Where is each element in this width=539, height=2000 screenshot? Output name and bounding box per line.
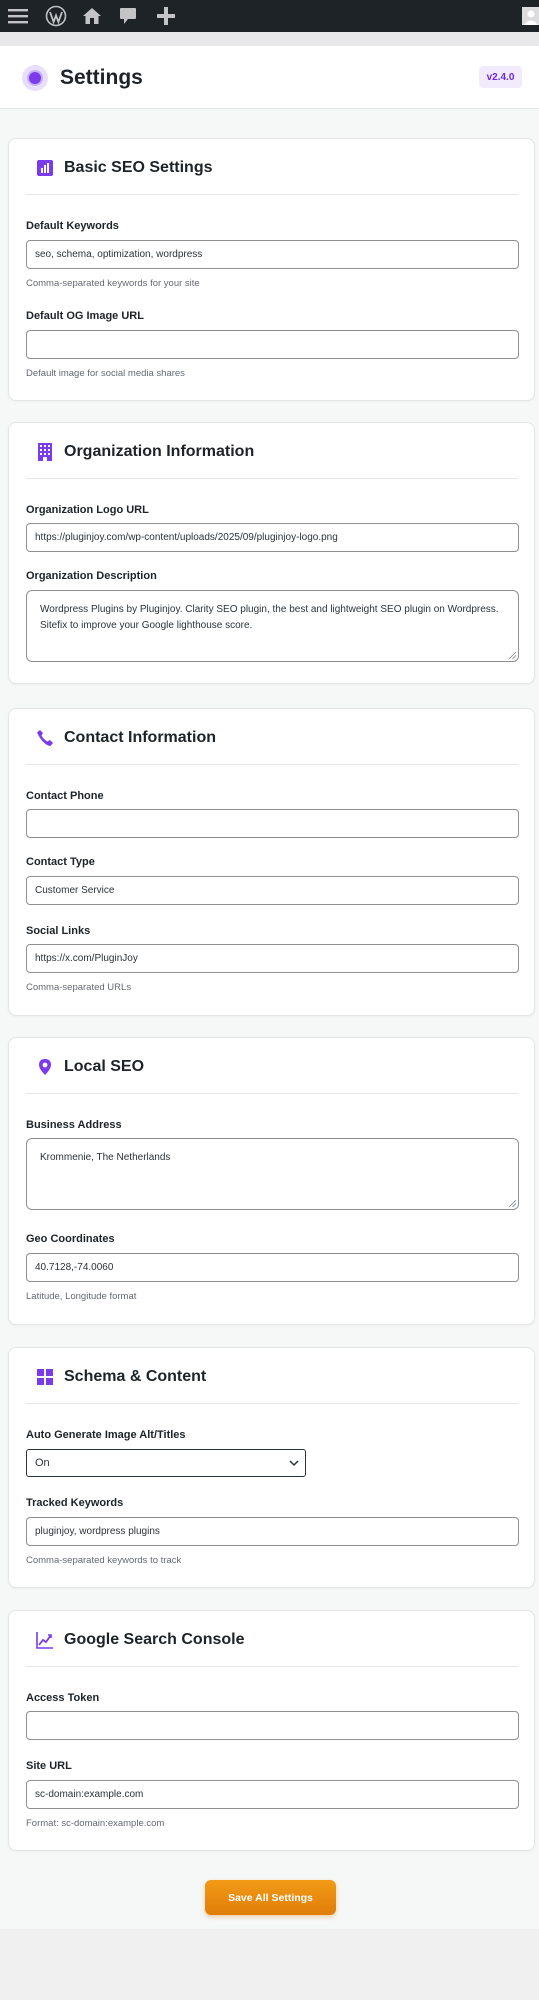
- logo-url-label: Organization Logo URL: [26, 504, 149, 516]
- card-title: Basic SEO Settings: [64, 159, 213, 176]
- page-title: Settings: [60, 66, 143, 89]
- home-icon[interactable]: [78, 0, 106, 32]
- logo-url-input[interactable]: https://pluginjoy.com/wp-content/uploads…: [26, 523, 519, 552]
- default-keywords-help: Comma-separated keywords for your site: [26, 278, 200, 289]
- description-label: Organization Description: [26, 570, 157, 582]
- card-header: Google Search Console: [26, 1629, 518, 1667]
- card-title: Organization Information: [64, 443, 255, 460]
- save-all-button[interactable]: Save All Settings: [205, 1880, 336, 1915]
- description-textarea[interactable]: Wordpress Plugins by Pluginjoy. Clarity …: [26, 590, 519, 662]
- basic-seo-card: Basic SEO Settings Default Keywords seo,…: [8, 138, 535, 401]
- card-header: Local SEO: [26, 1056, 518, 1094]
- card-title: Google Search Console: [64, 1631, 245, 1648]
- grid-icon: [37, 1369, 53, 1385]
- tracked-keywords-help: Comma-separated keywords to track: [26, 1555, 182, 1566]
- card-title: Schema & Content: [64, 1368, 207, 1385]
- geo-input[interactable]: 40.7128,-74.0060: [26, 1253, 519, 1282]
- version-badge: v2.4.0: [479, 66, 522, 88]
- page-header: Settings v2.4.0: [0, 46, 539, 109]
- access-token-label: Access Token: [26, 1692, 100, 1704]
- access-token-input[interactable]: [26, 1711, 519, 1740]
- local-seo-card: Local SEO Business Address Krommenie, Th…: [8, 1037, 535, 1325]
- admin-bar: [0, 0, 539, 32]
- site-url-input[interactable]: sc-domain:example.com: [26, 1780, 519, 1809]
- site-url-help: Format: sc-domain:example.com: [26, 1818, 165, 1829]
- og-image-input[interactable]: [26, 330, 519, 359]
- plugin-logo-icon: [22, 65, 48, 91]
- trend-chart-icon: [36, 1632, 53, 1649]
- phone-input[interactable]: [26, 809, 519, 838]
- social-links-help: Comma-separated URLs: [26, 982, 132, 993]
- organization-card: Organization Information Organization Lo…: [8, 422, 535, 684]
- card-header: Basic SEO Settings: [26, 157, 518, 195]
- address-text: Krommenie, The Netherlands: [40, 1152, 171, 1163]
- default-keywords-label: Default Keywords: [26, 220, 119, 232]
- default-keywords-input[interactable]: seo, schema, optimization, wordpress: [26, 240, 519, 269]
- geo-label: Geo Coordinates: [26, 1233, 115, 1245]
- card-title: Contact Information: [64, 729, 216, 746]
- map-pin-icon: [39, 1059, 51, 1075]
- og-image-help: Default image for social media shares: [26, 368, 185, 379]
- contact-card: Contact Information Contact Phone Contac…: [8, 708, 535, 1016]
- site-url-label: Site URL: [26, 1760, 72, 1772]
- settings-page: Settings v2.4.0 Basic SEO Settings Defau…: [0, 46, 539, 1929]
- wordpress-icon[interactable]: [42, 0, 70, 32]
- tracked-keywords-input[interactable]: pluginjoy, wordpress plugins: [26, 1517, 519, 1546]
- admin-bar-gap: [0, 32, 539, 46]
- tracked-keywords-label: Tracked Keywords: [26, 1497, 124, 1509]
- auto-alt-value: On: [35, 1457, 50, 1469]
- gsc-card: Google Search Console Access Token Site …: [8, 1610, 535, 1851]
- contact-type-input[interactable]: Customer Service: [26, 876, 519, 905]
- card-header: Contact Information: [26, 727, 518, 765]
- resize-handle[interactable]: [509, 1200, 516, 1207]
- plus-icon[interactable]: [152, 0, 180, 32]
- card-title: Local SEO: [64, 1058, 145, 1075]
- menu-icon[interactable]: [4, 0, 32, 32]
- description-text: Wordpress Plugins by Pluginjoy. Clarity …: [40, 604, 499, 631]
- social-links-label: Social Links: [26, 925, 91, 937]
- building-icon: [38, 443, 52, 461]
- phone-label: Contact Phone: [26, 790, 104, 802]
- comments-icon[interactable]: [114, 0, 142, 32]
- chart-icon: [37, 160, 53, 176]
- chevron-down-icon: [289, 1460, 299, 1467]
- card-header: Organization Information: [26, 441, 518, 479]
- address-label: Business Address: [26, 1119, 122, 1131]
- resize-handle[interactable]: [509, 652, 516, 659]
- phone-icon: [37, 730, 53, 746]
- auto-alt-select[interactable]: On: [26, 1449, 306, 1477]
- schema-card: Schema & Content Auto Generate Image Alt…: [8, 1347, 535, 1588]
- auto-alt-label: Auto Generate Image Alt/Titles: [26, 1429, 186, 1441]
- address-textarea[interactable]: Krommenie, The Netherlands: [26, 1138, 519, 1210]
- social-links-input[interactable]: https://x.com/PluginJoy: [26, 944, 519, 973]
- contact-type-label: Contact Type: [26, 856, 95, 868]
- card-header: Schema & Content: [26, 1366, 518, 1404]
- geo-help: Latitude, Longitude format: [26, 1291, 137, 1302]
- og-image-label: Default OG Image URL: [26, 310, 144, 322]
- avatar[interactable]: [522, 0, 539, 32]
